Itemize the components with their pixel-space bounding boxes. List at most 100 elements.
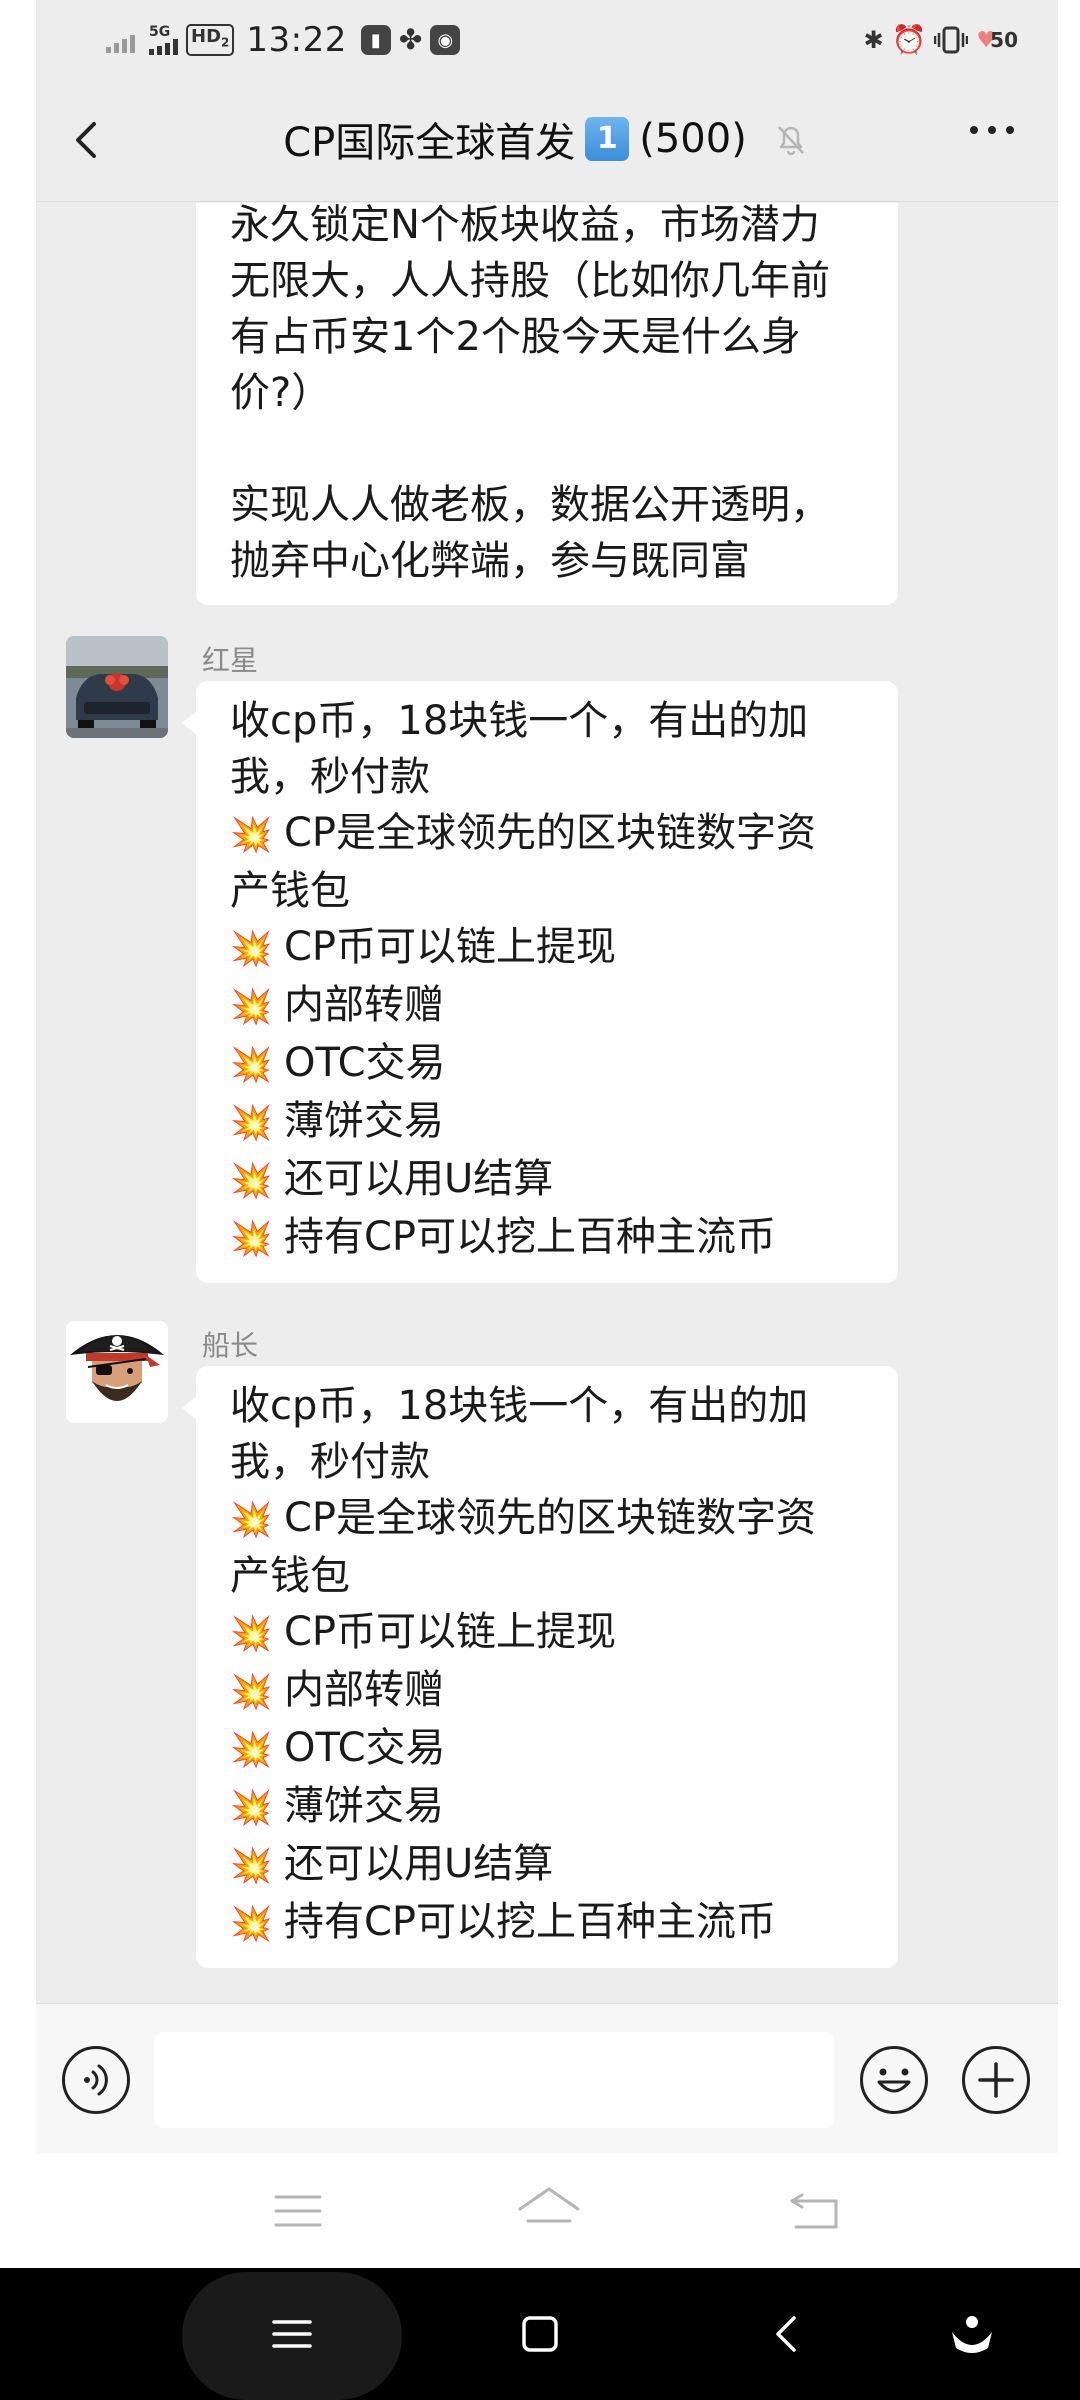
- hd-voice-icon: HD2: [186, 24, 235, 56]
- message-text-line: 实现人人做老板，数据公开透明，: [230, 482, 830, 528]
- hd-label: HD: [191, 26, 222, 48]
- collision-emoji-icon: 💥: [230, 1788, 273, 1828]
- collision-emoji-icon: 💥: [230, 1846, 273, 1886]
- network-indicator: 5G: [149, 25, 178, 55]
- message-text-line: 抛弃中心化弊端，参与既同富: [230, 538, 750, 584]
- app-notification-icon: ▮: [360, 25, 391, 55]
- message-text-line: 无限大，人人持股（比如你几年前: [230, 258, 830, 304]
- bell-off-icon: [777, 126, 804, 156]
- back-return-icon[interactable]: [784, 2181, 844, 2241]
- emoji-icon[interactable]: [860, 2046, 928, 2114]
- bullet-text: CP是全球领先的区块链数字资: [284, 1495, 817, 1541]
- collision-emoji-icon: 💥: [230, 1161, 273, 1201]
- message-text-line: 产钱包: [230, 1553, 350, 1599]
- bullet-line: 💥 CP币可以链上提现: [230, 919, 868, 977]
- message-bubble[interactable]: 永久锁定N个板块收益，市场潜力 无限大，人人持股（比如你几年前 有占币安1个2个…: [196, 203, 898, 605]
- bullet-text: OTC交易: [284, 1725, 446, 1771]
- bullet-line: 💥 OTC交易: [230, 1720, 868, 1778]
- message-bubble[interactable]: 收cp币，18块钱一个，有出的加 我，秒付款 💥 CP是全球领先的区块链数字资 产…: [182, 681, 898, 1283]
- message-bubble[interactable]: 收cp币，18块钱一个，有出的加 我，秒付款 💥 CP是全球领先的区块链数字资 产…: [182, 1366, 898, 1968]
- sender-name[interactable]: 船长: [202, 1324, 258, 1364]
- bullet-text: 持有CP可以挖上百种主流币: [284, 1899, 777, 1945]
- message-text-line: 价?）: [230, 370, 332, 416]
- bullet-text: 内部转赠: [284, 1667, 444, 1713]
- status-right: ✱ ⏰ ♥ 50: [863, 18, 1018, 62]
- chat-title-text: CP国际全球首发: [283, 120, 576, 166]
- message-text-line: 我，秒付款: [230, 754, 430, 800]
- signal-weak-icon: [106, 27, 135, 53]
- bullet-line: 💥 CP是全球领先的区块链数字资: [230, 805, 868, 863]
- message-list: 永久锁定N个板块收益，市场潜力 无限大，人人持股（比如你几年前 有占币安1个2个…: [36, 203, 1058, 2003]
- collision-emoji-icon: 💥: [230, 929, 273, 969]
- message-text-line: 我，秒付款: [230, 1439, 430, 1485]
- bullet-line: 💥 还可以用U结算: [230, 1151, 868, 1209]
- collision-emoji-icon: 💥: [230, 1045, 273, 1085]
- system-menu-icon[interactable]: [264, 2306, 320, 2362]
- system-home-icon[interactable]: [512, 2306, 568, 2362]
- collision-emoji-icon: 💥: [230, 1500, 273, 1540]
- bullet-line: 💥 OTC交易: [230, 1035, 868, 1093]
- phone-screen: 5G HD2 13:22 ▮ ✤ ◉ ✱ ⏰ ♥ 50 CP国际全球首发 1 (…: [36, 0, 1058, 2268]
- collision-emoji-icon: 💥: [230, 1904, 273, 1944]
- bullet-line: 💥 持有CP可以挖上百种主流币: [230, 1209, 868, 1267]
- status-bar: 5G HD2 13:22 ▮ ✤ ◉ ✱ ⏰ ♥ 50: [36, 0, 1058, 80]
- keycap-one-icon: 1: [585, 117, 630, 161]
- vibrate-icon: [934, 26, 969, 54]
- message-text-line: 收cp币，18块钱一个，有出的加: [230, 1383, 809, 1429]
- message-input[interactable]: [154, 2032, 834, 2128]
- system-navigation-bar: [0, 2268, 1080, 2400]
- message-text-line: 永久锁定N个板块收益，市场潜力: [230, 203, 820, 248]
- bullet-line: 💥 内部转赠: [230, 977, 868, 1035]
- menu-icon[interactable]: [268, 2181, 328, 2241]
- collision-emoji-icon: 💥: [230, 987, 273, 1027]
- plus-glyph-icon: [978, 2062, 1014, 2098]
- system-back-icon[interactable]: [760, 2306, 816, 2362]
- bullet-text: CP是全球领先的区块链数字资: [284, 810, 817, 856]
- bullet-line: 💥 还可以用U结算: [230, 1836, 868, 1894]
- voice-wave-icon: [84, 2064, 108, 2096]
- message-text-line: 有占币安1个2个股今天是什么身: [230, 314, 801, 360]
- bullet-line: 💥 薄饼交易: [230, 1778, 868, 1836]
- status-time: 13:22: [246, 20, 347, 60]
- more-horizontal-icon[interactable]: [970, 126, 1014, 134]
- bullet-text: OTC交易: [284, 1040, 446, 1086]
- car-avatar-image: [66, 636, 168, 738]
- collision-emoji-icon: 💥: [230, 1219, 273, 1259]
- bullet-text: CP币可以链上提现: [284, 924, 617, 970]
- input-bar: [36, 2003, 1058, 2153]
- bullet-text: 持有CP可以挖上百种主流币: [284, 1214, 777, 1260]
- bubble-tail: [182, 1396, 197, 1420]
- message-text-line: 产钱包: [230, 868, 350, 914]
- bullet-text: 薄饼交易: [284, 1783, 444, 1829]
- pirate-avatar-image: [66, 1321, 168, 1423]
- collision-emoji-icon: 💥: [230, 1730, 273, 1770]
- bluetooth-icon: ✱: [863, 26, 884, 54]
- chat-header: CP国际全球首发 1 (500): [36, 80, 1058, 202]
- bullet-text: 内部转赠: [284, 982, 444, 1028]
- avatar[interactable]: [66, 636, 168, 738]
- bullet-line: 💥 CP是全球领先的区块链数字资: [230, 1490, 868, 1548]
- chat-title: CP国际全球首发 1 (500): [36, 110, 1058, 168]
- gallery-notification-icon: ◉: [430, 25, 461, 55]
- avatar[interactable]: [66, 1321, 168, 1423]
- network-type: 5G: [149, 24, 171, 40]
- collision-emoji-icon: 💥: [230, 1103, 273, 1143]
- fan-notification-icon: ✤: [398, 23, 423, 56]
- bullet-line: 💥 CP币可以链上提现: [230, 1604, 868, 1662]
- bullet-line: 💥 内部转赠: [230, 1662, 868, 1720]
- home-icon[interactable]: [514, 2181, 584, 2241]
- bullet-text: 薄饼交易: [284, 1098, 444, 1144]
- bubble-tail: [182, 711, 197, 735]
- bullet-text: 还可以用U结算: [284, 1156, 554, 1202]
- sender-name[interactable]: 红星: [202, 639, 258, 679]
- system-assistant-icon[interactable]: [944, 2306, 1000, 2362]
- plus-icon[interactable]: [962, 2046, 1030, 2114]
- bullet-line: 💥 持有CP可以挖上百种主流币: [230, 1894, 868, 1952]
- hd-sub: 2: [221, 35, 230, 50]
- app-navigation-bar: [36, 2153, 1058, 2268]
- voice-icon[interactable]: [62, 2046, 130, 2114]
- bullet-text: CP币可以链上提现: [284, 1609, 617, 1655]
- alarm-icon: ⏰: [891, 23, 927, 56]
- left-border: [0, 0, 36, 2268]
